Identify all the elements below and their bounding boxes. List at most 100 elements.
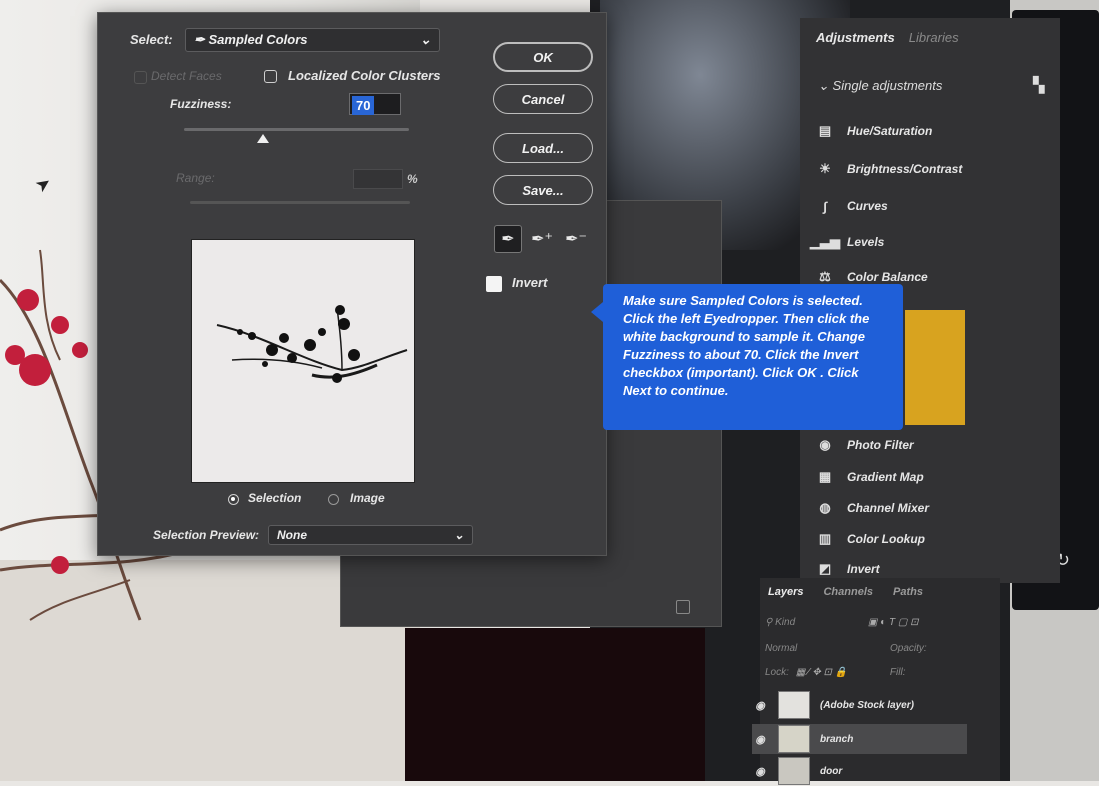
- eyedropper-small-icon: ✒: [194, 32, 209, 47]
- lock-row: Lock: ▦ ⁄ ✥ ⊡ 🔒 Fill:: [765, 667, 905, 678]
- tab-libraries[interactable]: Libraries: [909, 30, 959, 45]
- selection-preview-value: None: [277, 528, 307, 542]
- adjustment-levels[interactable]: ▁▃▅ Levels: [810, 234, 885, 250]
- photo-filter-icon: ◉: [819, 437, 831, 452]
- image-radio[interactable]: [328, 494, 339, 505]
- blend-mode-value: Normal: [765, 643, 798, 654]
- color-range-dialog: Select: ✒ Sampled Colors ⌄ Detect Faces …: [97, 12, 607, 556]
- opacity-label: Opacity:: [890, 643, 927, 654]
- levels-icon: ▁▃▅: [810, 234, 840, 249]
- gradient-map-icon: ▦: [818, 469, 832, 484]
- branch-silhouette: [216, 305, 408, 383]
- tooltip-text: Make sure Sampled Colors is selected. Cl…: [623, 293, 870, 398]
- selection-preview-dropdown[interactable]: None ⌄: [268, 525, 473, 545]
- eye-icon[interactable]: ◉: [752, 733, 768, 746]
- adjustment-channel-mixer[interactable]: ◍ Channel Mixer: [815, 500, 929, 516]
- background-yellow-swatch: [905, 310, 965, 425]
- adjustments-group-label: Single adjustments: [832, 78, 943, 93]
- eyedropper-icon[interactable]: ✒: [494, 225, 522, 253]
- layer-kind-label: Kind: [775, 617, 796, 628]
- eyedropper-add-icon[interactable]: ✒⁺: [528, 225, 556, 253]
- invert-checkbox[interactable]: [486, 276, 502, 292]
- invert-label: Invert: [512, 275, 548, 290]
- hue-saturation-icon: ▤: [818, 123, 832, 138]
- range-slider-track: [190, 201, 410, 204]
- color-balance-icon: ⚖: [819, 269, 831, 284]
- layer-name: (Adobe Stock layer): [820, 699, 914, 711]
- adjustment-label: Hue/Saturation: [847, 124, 933, 138]
- window-corner-icon: [676, 600, 690, 614]
- adjustments-group-header[interactable]: ⌄ Single adjustments: [818, 78, 942, 94]
- fill-label: Fill:: [889, 667, 906, 678]
- adjustment-label: Curves: [847, 199, 888, 213]
- fuzziness-label: Fuzziness:: [170, 97, 232, 111]
- tutorial-tooltip: Make sure Sampled Colors is selected. Cl…: [591, 284, 903, 430]
- invert-icon: ◩: [818, 561, 832, 576]
- layer-name: door: [820, 765, 843, 777]
- eyedropper-subtract-icon[interactable]: ✒⁻: [562, 225, 590, 253]
- blend-mode-row[interactable]: Normal Opacity:: [765, 643, 927, 654]
- load-button[interactable]: Load...: [493, 133, 593, 163]
- adjustment-label: Color Balance: [847, 270, 928, 284]
- adjustment-gradient-map[interactable]: ▦ Gradient Map: [815, 469, 924, 485]
- adjustment-label: Levels: [847, 235, 885, 249]
- fuzziness-input[interactable]: 70: [349, 93, 401, 115]
- range-input: [353, 169, 403, 189]
- tab-layers[interactable]: Layers: [768, 586, 803, 598]
- brightness-contrast-icon: ☀: [819, 161, 831, 176]
- eye-icon[interactable]: ◉: [752, 699, 768, 712]
- channel-mixer-icon: ◍: [819, 500, 831, 515]
- fuzziness-value: 70: [352, 96, 375, 115]
- adjustment-brightness-contrast[interactable]: ☀ Brightness/Contrast: [815, 161, 962, 177]
- adjustment-invert[interactable]: ◩ Invert: [815, 561, 880, 577]
- image-radio-label: Image: [350, 491, 385, 505]
- layer-kind-filter[interactable]: ⚲ Kind ▣ ◐ T ▢ ⊡: [765, 617, 918, 628]
- fuzziness-slider-thumb[interactable]: [256, 134, 269, 143]
- chevron-down-icon: ⌄: [453, 528, 464, 542]
- adjustment-label: Color Lookup: [847, 532, 925, 546]
- adjustment-hue-saturation[interactable]: ▤ Hue/Saturation: [815, 123, 933, 139]
- adjustment-label: Photo Filter: [847, 438, 914, 452]
- adjustment-label: Channel Mixer: [847, 501, 930, 515]
- localized-color-clusters-label: Localized Color Clusters: [288, 68, 441, 83]
- grid-view-icon[interactable]: ▚: [1033, 76, 1045, 94]
- tab-adjustments[interactable]: Adjustments: [816, 30, 895, 45]
- adjustment-label: Gradient Map: [847, 470, 924, 484]
- layer-row[interactable]: ◉ door: [752, 756, 967, 786]
- select-dropdown[interactable]: ✒ Sampled Colors ⌄: [185, 28, 440, 52]
- detect-faces-checkbox[interactable]: [134, 71, 147, 84]
- layers-tabs: Layers Channels Paths: [768, 586, 923, 598]
- detect-faces-label: Detect Faces: [151, 69, 222, 83]
- layer-row[interactable]: ◉ (Adobe Stock layer): [752, 690, 967, 720]
- select-value: Sampled Colors: [208, 32, 308, 47]
- fuzziness-slider-track[interactable]: [184, 128, 409, 131]
- tab-paths[interactable]: Paths: [893, 586, 923, 598]
- background-canvas: [405, 628, 705, 781]
- save-button[interactable]: Save...: [493, 175, 593, 205]
- range-unit: %: [407, 172, 418, 186]
- chevron-down-icon: ⌄: [818, 78, 829, 93]
- layer-thumbnail: [778, 691, 810, 719]
- ok-button[interactable]: OK: [493, 42, 593, 72]
- select-label: Select:: [130, 32, 173, 47]
- lock-icons[interactable]: ▦ ⁄ ✥ ⊡ 🔒: [796, 667, 847, 678]
- lock-label: Lock:: [765, 667, 789, 678]
- layer-filter-icons: ▣ ◐ T ▢ ⊡: [867, 617, 919, 628]
- layer-thumbnail: [778, 725, 810, 753]
- tab-channels[interactable]: Channels: [823, 586, 873, 598]
- range-label: Range:: [176, 171, 215, 185]
- adjustment-photo-filter[interactable]: ◉ Photo Filter: [815, 437, 914, 453]
- selection-preview-label: Selection Preview:: [153, 528, 260, 542]
- selection-radio[interactable]: [228, 494, 239, 505]
- eye-icon[interactable]: ◉: [752, 765, 768, 778]
- adjustment-curves[interactable]: ∫ Curves: [815, 198, 888, 214]
- adjustment-color-lookup[interactable]: ▥ Color Lookup: [815, 531, 925, 547]
- selection-radio-label: Selection: [248, 491, 302, 505]
- adjustment-label: Invert: [847, 562, 880, 576]
- layer-row[interactable]: ◉ branch: [752, 724, 967, 754]
- adjustments-tabs: Adjustments Libraries: [816, 30, 959, 45]
- color-lookup-icon: ▥: [818, 531, 832, 546]
- localized-color-clusters-checkbox[interactable]: [264, 70, 277, 83]
- adjustment-color-balance[interactable]: ⚖ Color Balance: [815, 269, 928, 285]
- cancel-button[interactable]: Cancel: [493, 84, 593, 114]
